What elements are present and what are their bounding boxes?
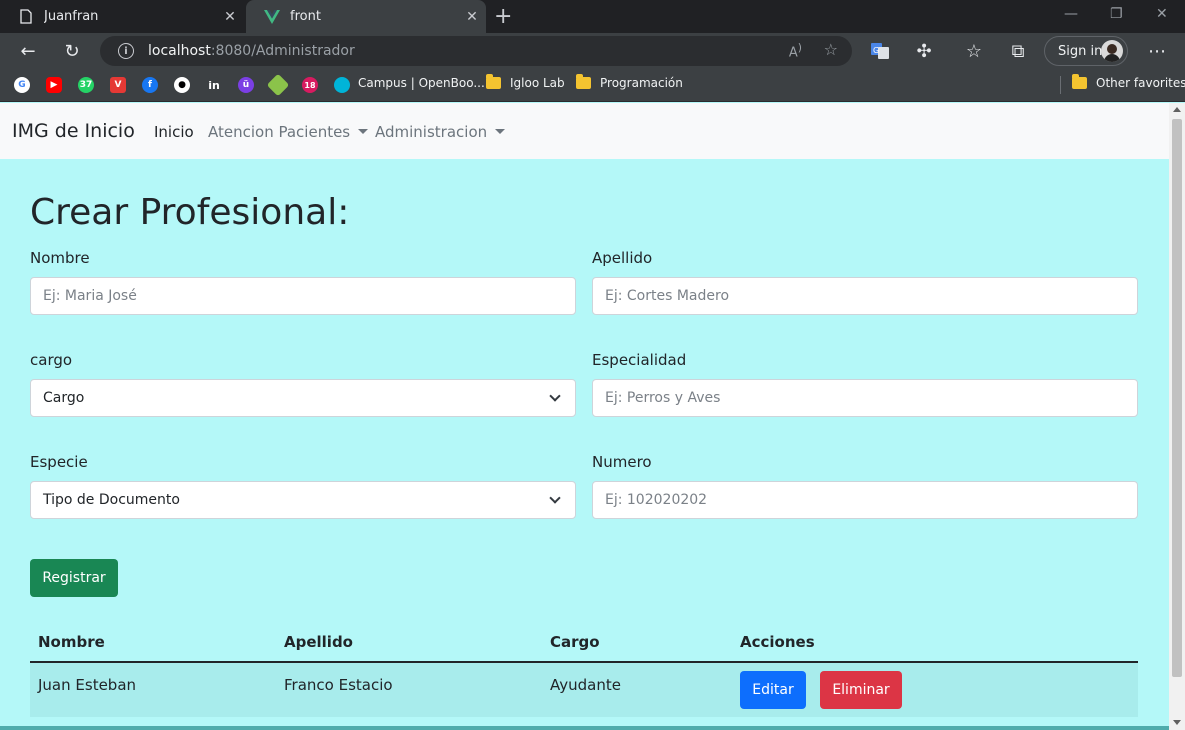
- table-header: Nombre Apellido Cargo Acciones: [30, 622, 1138, 663]
- especie-select[interactable]: Tipo de Documento: [30, 481, 576, 519]
- bookmark-label: Igloo Lab: [510, 76, 565, 90]
- cargo-select[interactable]: Cargo: [30, 379, 576, 417]
- nombre-label: Nombre: [30, 249, 90, 267]
- especialidad-input[interactable]: [592, 379, 1138, 417]
- dropdown-caret-icon: [358, 129, 369, 134]
- campus-icon[interactable]: [334, 77, 350, 93]
- sign-in-button[interactable]: Sign in: [1044, 36, 1128, 66]
- url-path: :8080/Administrador: [210, 43, 355, 59]
- add-favorite-icon[interactable]: ☆: [824, 40, 838, 59]
- new-tab-icon[interactable]: +: [494, 4, 512, 29]
- refresh-icon[interactable]: ↻: [60, 39, 84, 63]
- page-scrollbar[interactable]: [1169, 103, 1185, 730]
- minimize-icon[interactable]: —: [1064, 6, 1078, 22]
- browser-tab-bar: Juanfran ✕ front ✕ + — ❐ ✕: [0, 0, 1185, 33]
- browser-toolbar: ← ↻ i localhost:8080/Administrador A) ☆ …: [0, 33, 1185, 69]
- bookmark-campus[interactable]: Campus | OpenBoo...: [358, 76, 485, 90]
- cargo-label: cargo: [30, 351, 73, 369]
- cell-apellido: Franco Estacio: [284, 676, 393, 694]
- chevron-down-icon: [549, 492, 561, 504]
- info-icon[interactable]: i: [118, 43, 134, 59]
- nav-label: Atencion Pacientes: [208, 123, 351, 141]
- numero-input[interactable]: [592, 481, 1138, 519]
- page-icon: [18, 9, 34, 25]
- bookmarks-bar: G ▶ 37 V f ● in ü 18 Campus | OpenBoo...…: [0, 69, 1185, 102]
- column-header-nombre: Nombre: [38, 633, 105, 651]
- nav-administracion[interactable]: Administracion: [375, 123, 506, 141]
- browser-tab-front[interactable]: front ✕: [246, 0, 486, 33]
- svg-text:G: G: [873, 46, 879, 55]
- folder-icon: [1072, 74, 1087, 89]
- avatar: [1101, 40, 1123, 62]
- folder-icon: [576, 74, 591, 89]
- cell-nombre: Juan Esteban: [38, 676, 137, 694]
- bookmark-label: Other favorites: [1096, 76, 1185, 90]
- linkedin-icon[interactable]: in: [206, 77, 222, 93]
- browser-tab-juanfran[interactable]: Juanfran ✕: [0, 0, 244, 33]
- url-host: localhost: [148, 43, 211, 59]
- github-icon[interactable]: ●: [174, 77, 190, 93]
- sign-in-label: Sign in: [1058, 43, 1103, 59]
- cargo-selected-value: Cargo: [43, 390, 85, 406]
- facebook-icon[interactable]: f: [142, 77, 158, 93]
- vue-logo-icon: [264, 9, 280, 25]
- column-header-cargo: Cargo: [550, 633, 600, 651]
- scroll-up-icon[interactable]: [1173, 107, 1181, 112]
- especie-selected-value: Tipo de Documento: [43, 492, 180, 508]
- bookmarks-divider: [1060, 76, 1061, 94]
- folder-icon: [486, 74, 501, 89]
- google-icon[interactable]: G: [14, 77, 30, 93]
- editar-button[interactable]: Editar: [740, 671, 806, 709]
- bookmark-label: Programación: [600, 76, 683, 90]
- whatsapp-icon[interactable]: 37: [78, 77, 94, 93]
- especialidad-label: Especialidad: [592, 351, 687, 369]
- dropdown-caret-icon: [495, 129, 506, 134]
- extensions-icon[interactable]: ✣: [912, 39, 936, 63]
- apellido-input[interactable]: [592, 277, 1138, 315]
- collections-icon[interactable]: ⧉: [1006, 39, 1030, 63]
- cell-cargo: Ayudante: [550, 676, 621, 694]
- close-tab-icon[interactable]: ✕: [458, 9, 486, 25]
- column-header-apellido: Apellido: [284, 633, 353, 651]
- more-menu-icon[interactable]: ⋯: [1145, 39, 1169, 63]
- especie-label: Especie: [30, 453, 88, 471]
- scrollbar-thumb[interactable]: [1172, 119, 1182, 677]
- favorites-icon[interactable]: ☆: [962, 39, 986, 63]
- tab-title: front: [290, 9, 321, 24]
- app-navbar: IMG de Inicio Inicio Atencion Pacientes …: [0, 103, 1169, 159]
- bookmark-programacion[interactable]: Programación: [576, 74, 683, 90]
- youtube-icon[interactable]: ▶: [46, 77, 62, 93]
- numero-label: Numero: [592, 453, 652, 471]
- close-window-icon[interactable]: ✕: [1156, 6, 1168, 22]
- back-icon[interactable]: ←: [16, 39, 40, 63]
- chevron-down-icon: [549, 390, 561, 402]
- read-aloud-icon[interactable]: A): [789, 41, 802, 60]
- scroll-down-icon[interactable]: [1173, 720, 1181, 725]
- nombre-input[interactable]: [30, 277, 576, 315]
- nav-atencion-pacientes[interactable]: Atencion Pacientes: [208, 123, 369, 141]
- close-tab-icon[interactable]: ✕: [216, 9, 244, 25]
- registrar-button[interactable]: Registrar: [30, 559, 118, 597]
- tab-title: Juanfran: [44, 9, 99, 24]
- apellido-label: Apellido: [592, 249, 653, 267]
- translate-icon[interactable]: G: [868, 39, 892, 63]
- eliminar-button[interactable]: Eliminar: [820, 671, 902, 709]
- nav-inicio[interactable]: Inicio: [154, 123, 194, 141]
- bookmark-igloo-lab[interactable]: Igloo Lab: [486, 74, 565, 90]
- column-header-acciones: Acciones: [740, 633, 815, 651]
- navbar-brand[interactable]: IMG de Inicio: [12, 120, 135, 142]
- restore-icon[interactable]: ❐: [1110, 6, 1123, 22]
- address-bar[interactable]: i localhost:8080/Administrador A) ☆: [100, 36, 852, 66]
- other-favorites[interactable]: Other favorites: [1072, 74, 1185, 90]
- page-bottom-edge: [0, 726, 1169, 730]
- page-title: Crear Profesional:: [30, 192, 350, 233]
- table-row: Juan Esteban Franco Estacio Ayudante Edi…: [30, 663, 1138, 717]
- udemy-icon[interactable]: ü: [238, 77, 254, 93]
- diamond-icon[interactable]: [266, 73, 290, 97]
- notification-icon[interactable]: 18: [302, 77, 318, 93]
- vivaldi-icon[interactable]: V: [110, 77, 126, 93]
- nav-label: Administracion: [375, 123, 488, 141]
